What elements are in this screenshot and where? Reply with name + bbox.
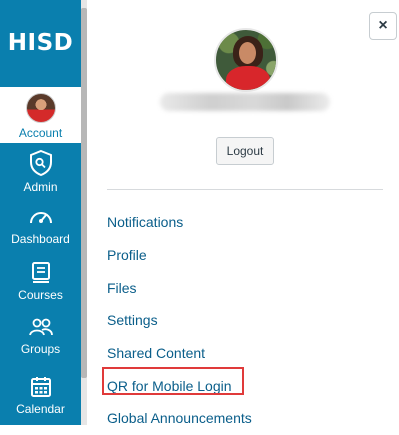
- global-announcements-link[interactable]: Global Announcements: [107, 410, 252, 426]
- account-menu: Notifications Profile Files Settings Sha…: [107, 206, 252, 435]
- profile-link[interactable]: Profile: [107, 247, 147, 263]
- files-link[interactable]: Files: [107, 280, 137, 296]
- dashboard-icon: [29, 212, 52, 224]
- nav-item-calendar[interactable]: Calendar: [0, 369, 81, 425]
- notifications-link[interactable]: Notifications: [107, 214, 183, 230]
- settings-link[interactable]: Settings: [107, 312, 158, 328]
- calendar-icon: [30, 377, 51, 397]
- nav-item-label: Groups: [20, 342, 61, 356]
- menu-item-notifications: Notifications: [107, 206, 252, 239]
- shield-icon: [29, 149, 52, 177]
- global-navigation: HISD Account Admin Dashboard Courses Gro…: [0, 0, 81, 425]
- logout-button[interactable]: Logout: [216, 137, 274, 165]
- nav-item-label: Account: [18, 126, 63, 140]
- menu-item-profile: Profile: [107, 239, 252, 272]
- account-avatar-icon: [25, 93, 56, 123]
- nav-item-label: Dashboard: [11, 232, 70, 246]
- hisd-logo[interactable]: HISD: [0, 0, 81, 85]
- profile-avatar: [214, 28, 278, 92]
- nav-item-label: Admin: [23, 180, 58, 194]
- groups-icon: [28, 318, 53, 336]
- menu-item-files: Files: [107, 271, 252, 304]
- courses-icon: [31, 262, 50, 283]
- nav-item-admin[interactable]: Admin: [0, 143, 81, 199]
- qr-mobile-login-link[interactable]: QR for Mobile Login: [107, 378, 232, 394]
- nav-item-groups[interactable]: Groups: [0, 311, 81, 367]
- nav-item-label: Calendar: [16, 402, 65, 416]
- user-name-redacted: [160, 93, 330, 111]
- menu-item-shared-content: Shared Content: [107, 337, 252, 370]
- nav-item-account[interactable]: Account: [0, 87, 81, 143]
- menu-item-qr-login: QR for Mobile Login: [107, 369, 252, 402]
- nav-item-courses[interactable]: Courses: [0, 255, 81, 311]
- divider: [107, 189, 383, 190]
- nav-item-dashboard[interactable]: Dashboard: [0, 199, 81, 255]
- menu-item-global-announcements: Global Announcements: [107, 402, 252, 435]
- shared-content-link[interactable]: Shared Content: [107, 345, 205, 361]
- menu-item-settings: Settings: [107, 304, 252, 337]
- close-tray-button[interactable]: ×: [369, 12, 397, 40]
- nav-item-label: Courses: [18, 288, 63, 302]
